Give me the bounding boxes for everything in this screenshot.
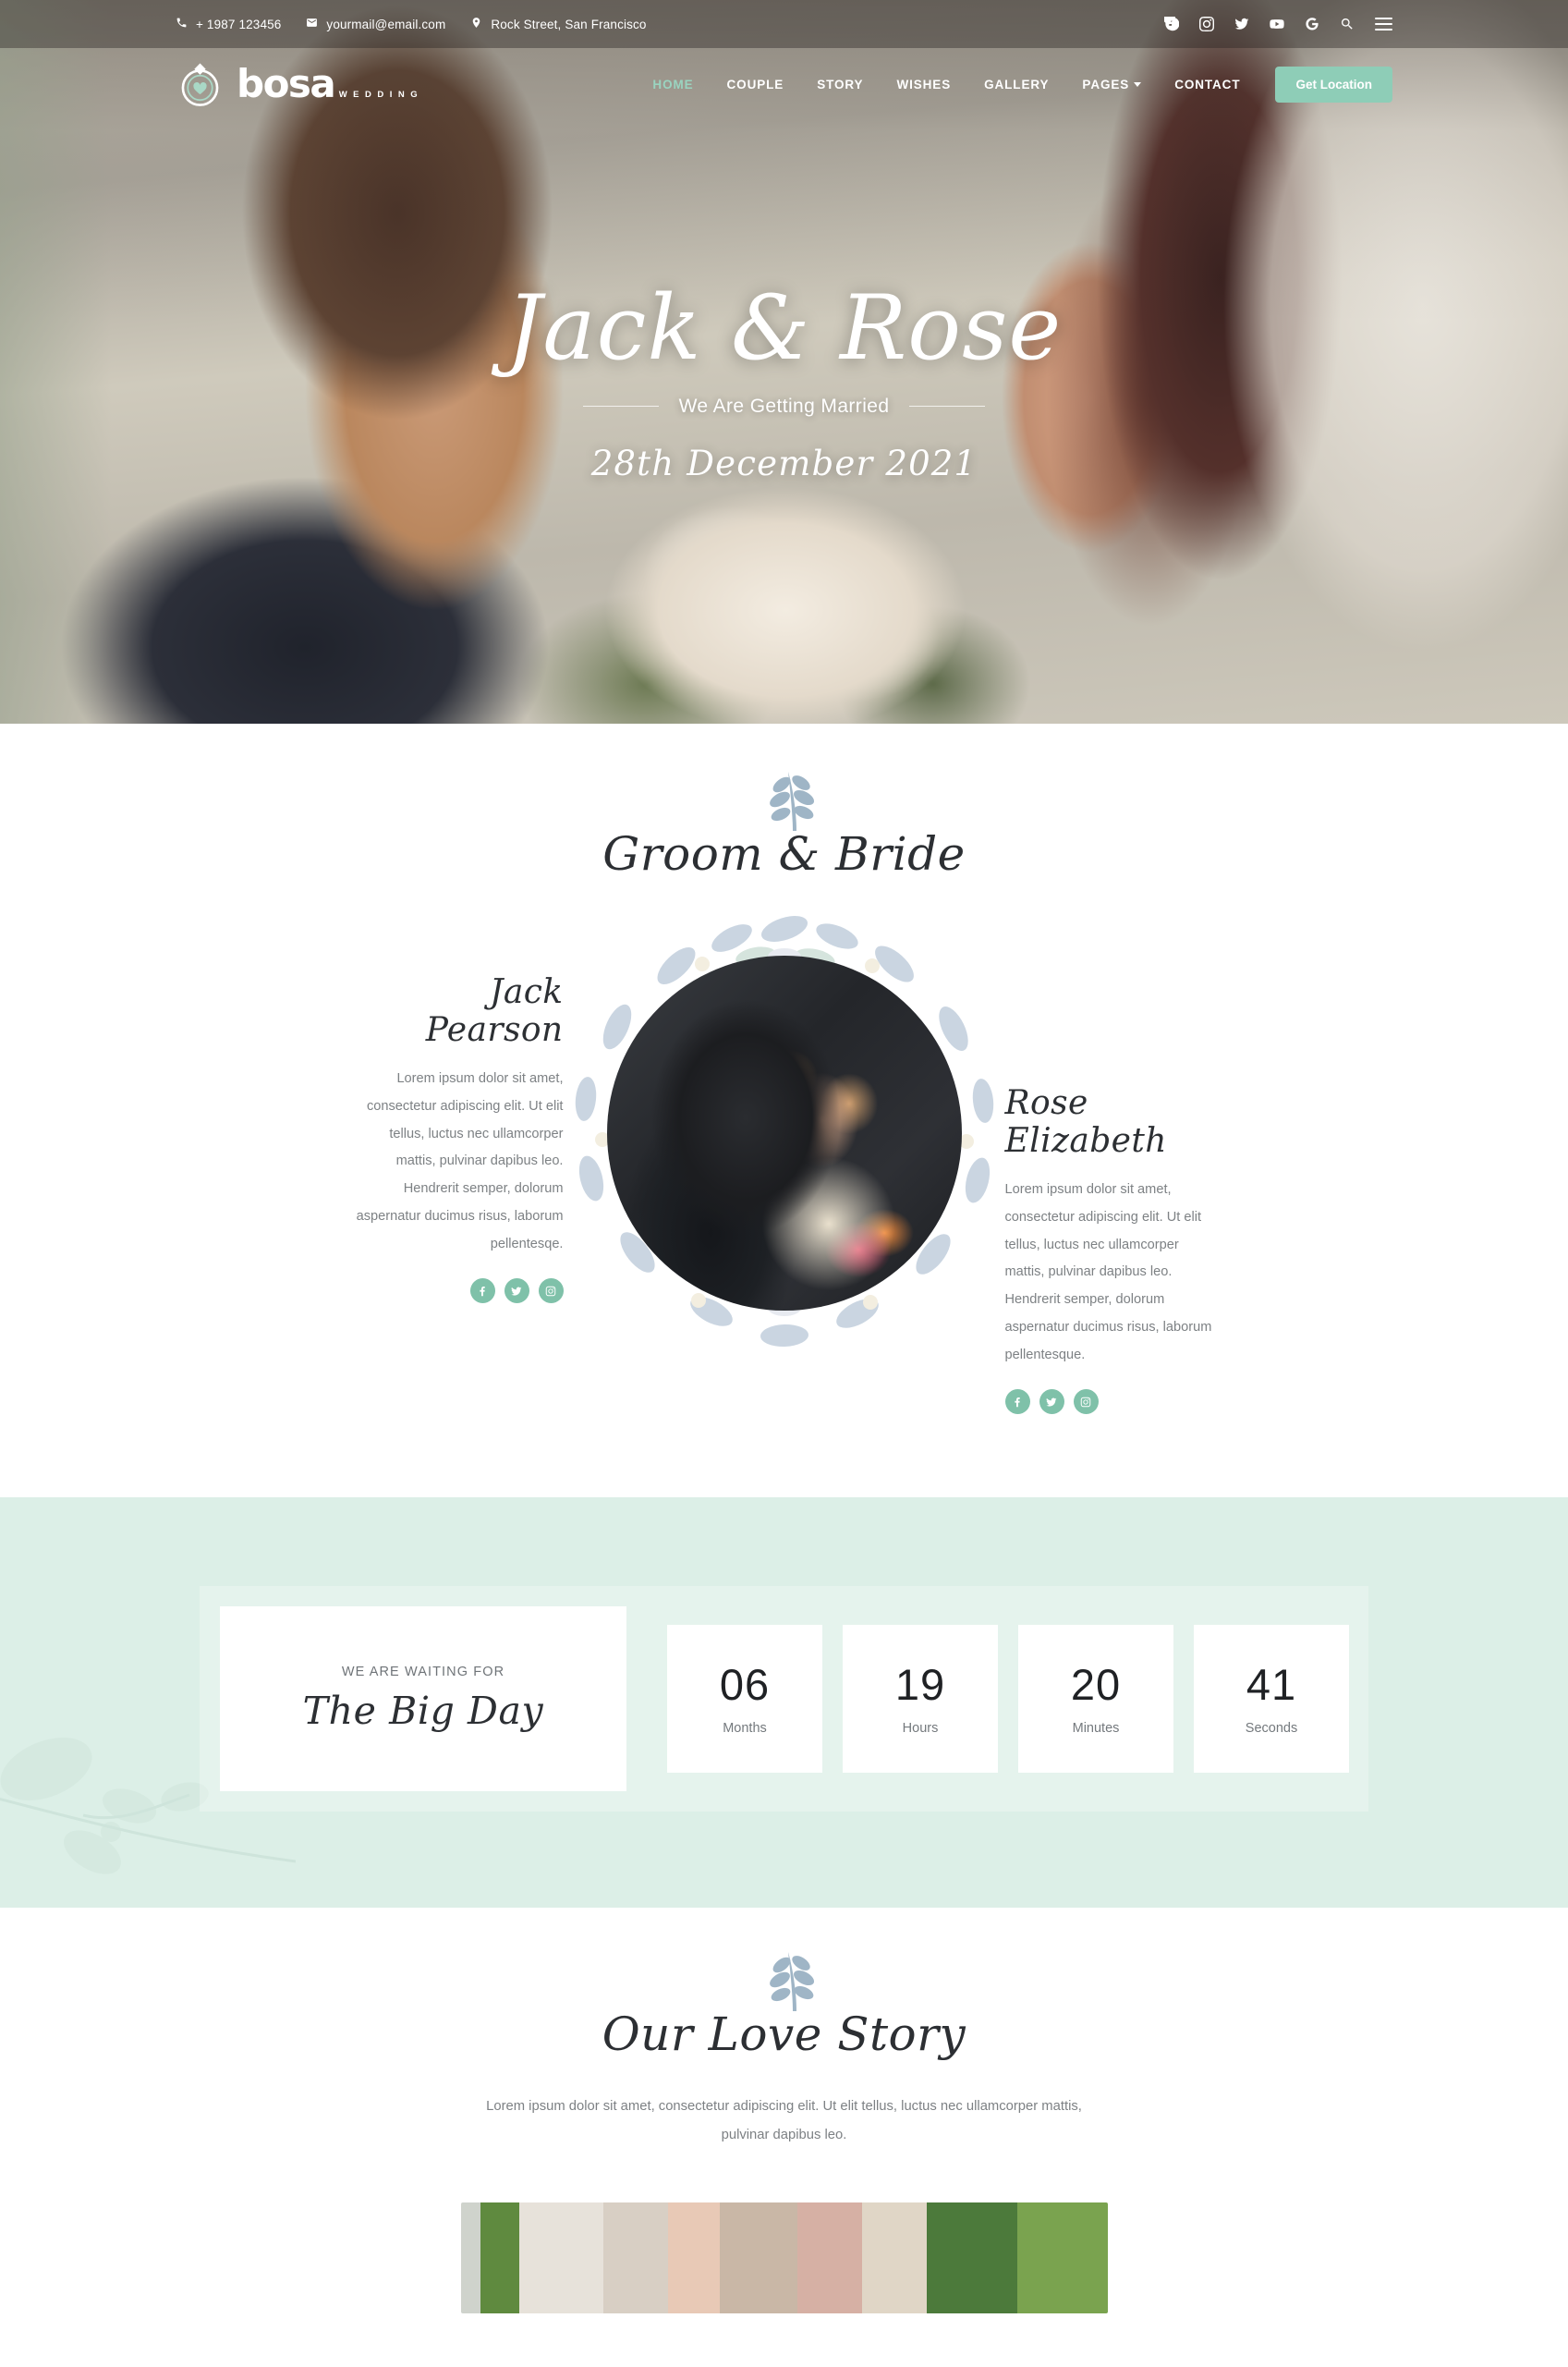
- story-description: Lorem ipsum dolor sit amet, consectetur …: [486, 2099, 1082, 2142]
- twitter-icon[interactable]: [1234, 17, 1249, 31]
- countdown-months-value: 06: [719, 1659, 771, 1709]
- countdown-panel: WE ARE WAITING FOR The Big Day 06 Months…: [200, 1586, 1368, 1812]
- countdown-hours-value: 19: [894, 1659, 946, 1709]
- couple-heading: Groom & Bride: [602, 827, 966, 881]
- bride-social-links: [1004, 1389, 1219, 1415]
- instagram-icon[interactable]: [1199, 17, 1214, 31]
- hero-rule-left: [582, 406, 659, 408]
- hero-wedding-date: 28th December 2021: [590, 443, 978, 483]
- topbar-email-label: yourmail@email.com: [326, 17, 446, 31]
- hamburger-line: [1375, 23, 1392, 25]
- hero-section: + 1987 123456 yourmail@email.com Rock St…: [0, 0, 1568, 724]
- countdown-unit-minutes: 20 Minutes: [1018, 1625, 1173, 1774]
- logo-tagline: WEDDING: [338, 90, 424, 100]
- story-section-header: Our Love Story: [0, 1952, 1568, 2062]
- topbar-address-label: Rock Street, San Francisco: [491, 17, 647, 31]
- countdown-title-card: WE ARE WAITING FOR The Big Day: [220, 1606, 626, 1792]
- groom-bio: Lorem ipsum dolor sit amet, consectetur …: [356, 1071, 564, 1251]
- nav-item-story[interactable]: STORY: [800, 78, 880, 92]
- groom-social-links: [350, 1278, 564, 1304]
- countdown-seconds-label: Seconds: [1245, 1720, 1298, 1736]
- hero-subtitle-row: We Are Getting Married: [0, 396, 1568, 418]
- facebook-icon[interactable]: [469, 1278, 495, 1304]
- map-pin-icon: [470, 17, 482, 31]
- hero-couple-names: Jack & Rose: [505, 276, 1063, 380]
- couple-grid: Jack Pearson Lorem ipsum dolor sit amet,…: [175, 916, 1394, 1415]
- groom-name: Jack Pearson: [425, 973, 564, 1049]
- twitter-icon[interactable]: [1039, 1389, 1064, 1415]
- get-location-button[interactable]: Get Location: [1275, 66, 1392, 103]
- top-utility-bar: + 1987 123456 yourmail@email.com Rock St…: [0, 0, 1568, 48]
- countdown-unit-months: 06 Months: [667, 1625, 822, 1774]
- chevron-down-icon: [1134, 81, 1142, 87]
- countdown-seconds-value: 41: [1246, 1659, 1297, 1709]
- site-logo[interactable]: bosa WEDDING: [176, 60, 426, 109]
- couple-photo-wrap: [575, 916, 993, 1348]
- bride-name: Rose Elizabeth: [1004, 1084, 1167, 1160]
- topbar-phone[interactable]: + 1987 123456: [176, 17, 281, 31]
- nav-item-pages-label: PAGES: [1082, 77, 1130, 92]
- topbar-social-group: [1164, 17, 1392, 31]
- bride-bio: Lorem ipsum dolor sit amet, consectetur …: [1004, 1182, 1212, 1362]
- story-timeline-preview: [0, 2202, 1568, 2314]
- topbar-email[interactable]: yourmail@email.com: [306, 17, 445, 31]
- primary-nav-menu: HOME COUPLE STORY WISHES GALLERY PAGES C…: [636, 66, 1392, 103]
- couple-section: Groom & Bride Jack Pearson Lorem ipsum d…: [0, 724, 1568, 1498]
- countdown-title: The Big Day: [302, 1689, 544, 1734]
- countdown-section: WE ARE WAITING FOR The Big Day 06 Months…: [0, 1497, 1568, 1909]
- nav-item-pages[interactable]: PAGES: [1065, 78, 1158, 92]
- logo-wordmark: bosa WEDDING: [237, 65, 426, 104]
- groom-card: Jack Pearson Lorem ipsum dolor sit amet,…: [350, 934, 586, 1304]
- love-story-section: Our Love Story Lorem ipsum dolor sit ame…: [0, 1908, 1568, 2314]
- envelope-icon: [306, 17, 318, 31]
- countdown-months-label: Months: [723, 1720, 767, 1736]
- countdown-minutes-value: 20: [1070, 1659, 1122, 1709]
- hero-copy: Jack & Rose We Are Getting Married 28th …: [0, 282, 1568, 483]
- logo-brand-name: bosa: [237, 61, 336, 106]
- hamburger-line: [1375, 29, 1392, 31]
- countdown-units: 06 Months 19 Hours 20 Minutes 41 Seconds: [667, 1625, 1349, 1774]
- hamburger-menu-icon[interactable]: [1375, 18, 1392, 31]
- countdown-minutes-label: Minutes: [1072, 1720, 1120, 1736]
- wedding-landing-page: + 1987 123456 yourmail@email.com Rock St…: [0, 0, 1568, 2367]
- nav-item-couple[interactable]: COUPLE: [711, 78, 801, 92]
- couple-portrait-photo: [606, 956, 962, 1311]
- youtube-icon[interactable]: [1270, 17, 1284, 31]
- facebook-icon[interactable]: [1004, 1389, 1030, 1415]
- nav-item-gallery[interactable]: GALLERY: [967, 78, 1065, 92]
- hero-rule-right: [909, 406, 986, 408]
- twitter-icon[interactable]: [504, 1278, 529, 1304]
- google-icon[interactable]: [1305, 17, 1319, 31]
- countdown-kicker: WE ARE WAITING FOR: [341, 1665, 505, 1680]
- main-navbar: bosa WEDDING HOME COUPLE STORY WISHES GA…: [0, 48, 1568, 120]
- countdown-hours-label: Hours: [902, 1720, 939, 1736]
- countdown-unit-seconds: 41 Seconds: [1194, 1625, 1349, 1774]
- countdown-unit-hours: 19 Hours: [843, 1625, 998, 1774]
- topbar-address[interactable]: Rock Street, San Francisco: [470, 17, 646, 31]
- topbar-phone-label: + 1987 123456: [196, 17, 282, 31]
- nav-item-wishes[interactable]: WISHES: [880, 78, 967, 92]
- wedding-ring-heart-icon: [176, 60, 225, 109]
- couple-section-header: Groom & Bride: [0, 772, 1568, 881]
- nav-item-home[interactable]: HOME: [636, 78, 710, 92]
- topbar-contact-group: + 1987 123456 yourmail@email.com Rock St…: [176, 17, 647, 31]
- hamburger-line: [1375, 18, 1392, 19]
- phone-icon: [176, 17, 188, 31]
- story-timeline-image: [460, 2202, 1108, 2314]
- nav-item-contact[interactable]: CONTACT: [1158, 78, 1257, 92]
- facebook-icon[interactable]: [1164, 17, 1179, 31]
- leaf-sprig-icon: [769, 772, 814, 831]
- instagram-icon[interactable]: [1073, 1389, 1099, 1415]
- bride-card: Rose Elizabeth Lorem ipsum dolor sit ame…: [983, 934, 1219, 1415]
- story-heading: Our Love Story: [602, 2007, 966, 2062]
- leaf-sprig-icon: [769, 1952, 814, 2012]
- search-icon[interactable]: [1340, 17, 1355, 31]
- hero-subtitle: We Are Getting Married: [678, 395, 890, 417]
